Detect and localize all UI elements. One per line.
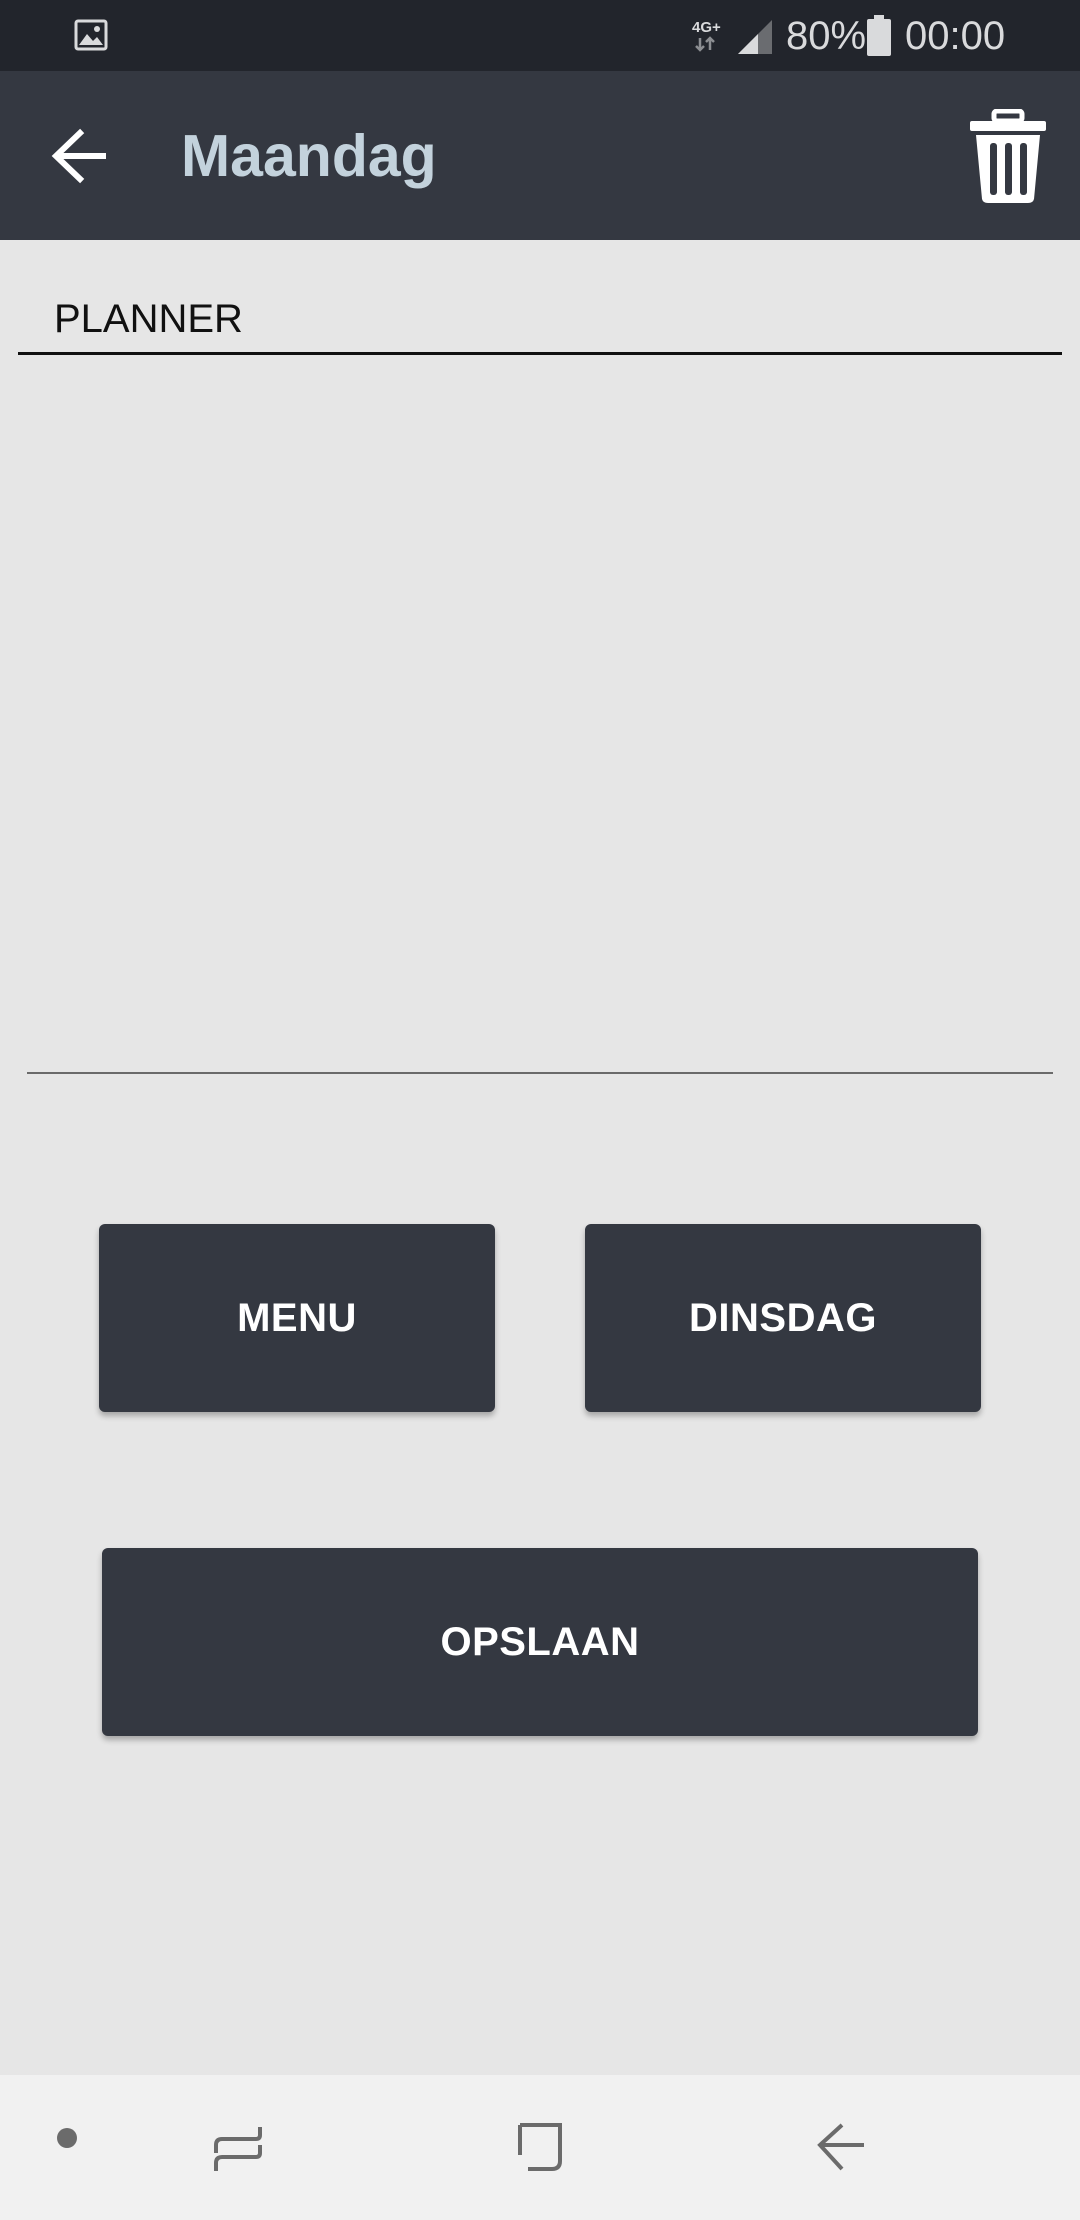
- network-type: 4G+: [692, 19, 721, 36]
- battery-icon: [867, 15, 891, 56]
- planner-field[interactable]: PLANNER: [18, 290, 1062, 355]
- save-button[interactable]: OPSLAAN: [102, 1548, 978, 1736]
- clock: 00:00: [905, 14, 1006, 58]
- planner-field-value: PLANNER: [54, 297, 243, 341]
- signal-icon: [738, 20, 772, 54]
- app-bar: Maandag: [0, 71, 1080, 240]
- menu-button[interactable]: MENU: [99, 1224, 495, 1412]
- navigation-bar: [0, 2075, 1080, 2220]
- home-icon[interactable]: [510, 2117, 570, 2177]
- dinsdag-button[interactable]: DINSDAG: [585, 1224, 981, 1412]
- notes-textarea[interactable]: [27, 362, 1053, 1074]
- status-bar: 4G+ 80% 00:00: [0, 0, 1080, 71]
- back-icon[interactable]: [810, 2117, 870, 2177]
- network-icon: 4G+: [692, 19, 721, 52]
- dot-icon[interactable]: [57, 2128, 77, 2148]
- screen: 4G+ 80% 00:00 Maandag PLANNER MENU DINSD…: [0, 0, 1080, 2220]
- back-arrow-icon[interactable]: [44, 125, 112, 187]
- recents-icon[interactable]: [208, 2117, 268, 2177]
- page-title: Maandag: [181, 123, 437, 189]
- trash-icon[interactable]: [968, 109, 1048, 205]
- battery-percent: 80%: [786, 14, 867, 58]
- gallery-icon: [74, 19, 108, 51]
